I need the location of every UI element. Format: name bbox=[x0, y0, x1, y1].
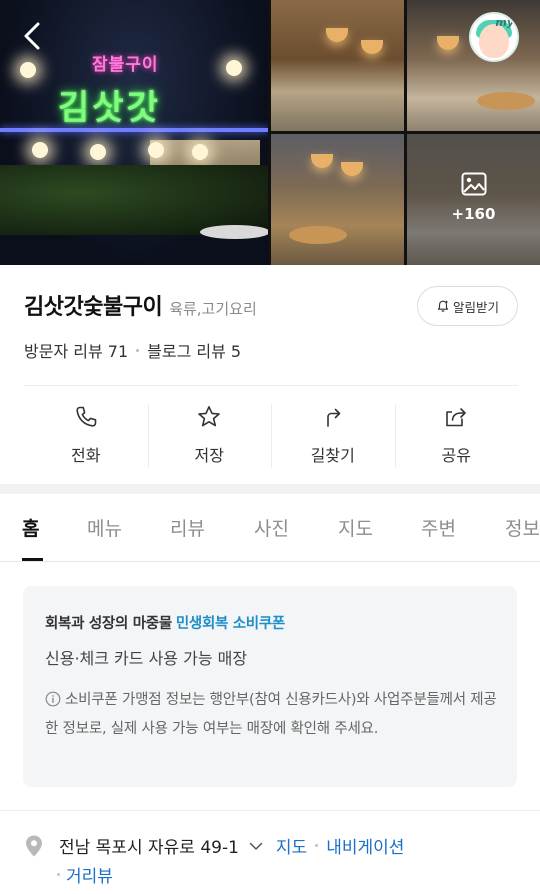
lamp bbox=[361, 40, 383, 54]
share-icon bbox=[446, 408, 467, 427]
light-bulb bbox=[192, 144, 208, 160]
active-tab-indicator bbox=[22, 558, 43, 561]
tab-nearby[interactable]: 주변 bbox=[421, 514, 456, 541]
coupon-notice-text: 소비쿠폰 가맹점 정보는 행안부(참여 신용카드사)와 사업주분들께서 제공한 … bbox=[45, 692, 497, 737]
back-button[interactable] bbox=[14, 16, 54, 56]
lamp bbox=[437, 36, 459, 50]
location-pin-icon bbox=[26, 835, 42, 856]
visitor-review-link[interactable]: 방문자 리뷰 71 bbox=[24, 338, 128, 362]
street-view-link[interactable]: 거리뷰 bbox=[66, 862, 113, 887]
place-category: 육류,고기요리 bbox=[169, 300, 257, 318]
image-icon bbox=[461, 172, 487, 196]
lamp bbox=[311, 154, 333, 168]
light-bulb bbox=[20, 62, 36, 78]
light-bulb bbox=[90, 144, 106, 160]
avatar-face bbox=[479, 24, 509, 58]
save-button[interactable]: 저장 bbox=[147, 400, 272, 470]
tab-photo[interactable]: 사진 bbox=[254, 514, 289, 541]
neon-strip bbox=[0, 128, 268, 132]
tab-home[interactable]: 홈 bbox=[22, 514, 39, 541]
tab-menu[interactable]: 메뉴 bbox=[87, 514, 122, 541]
chevron-down-icon[interactable] bbox=[248, 838, 264, 854]
share-label: 공유 bbox=[441, 446, 471, 465]
divider bbox=[24, 385, 518, 386]
phone-icon bbox=[76, 406, 97, 427]
more-photos-button[interactable]: +160 bbox=[407, 134, 540, 265]
directions-button[interactable]: 길찾기 bbox=[271, 400, 395, 470]
star-icon bbox=[198, 406, 221, 427]
tab-bar: 홈 메뉴 리뷰 사진 지도 주변 정보 bbox=[0, 494, 540, 562]
title-row: 김삿갓숯불구이 육류,고기요리 bbox=[24, 289, 257, 321]
coupon-headline-prefix: 회복과 성장의 마중물 bbox=[45, 616, 172, 632]
save-label: 저장 bbox=[194, 446, 224, 465]
coupon-card: 회복과 성장의 마중물 민생회복 소비쿠폰 신용·체크 카드 사용 가능 매장 소… bbox=[23, 586, 517, 787]
blog-review-link[interactable]: 블로그 리뷰 5 bbox=[147, 338, 241, 362]
lamp bbox=[341, 162, 363, 176]
interior-photo[interactable] bbox=[407, 0, 540, 131]
navigation-link[interactable]: 내비게이션 bbox=[326, 833, 404, 858]
photo-count: +160 bbox=[451, 205, 496, 223]
separator-dot bbox=[136, 348, 140, 352]
review-summary: 방문자 리뷰 71 블로그 리뷰 5 bbox=[24, 338, 241, 362]
place-name: 김삿갓숯불구이 bbox=[24, 295, 163, 320]
light-bulb bbox=[148, 142, 164, 158]
separator-dot bbox=[57, 873, 60, 876]
round-table bbox=[477, 92, 535, 110]
outdoor-table bbox=[200, 225, 268, 239]
directions-label: 길찾기 bbox=[310, 446, 355, 465]
map-link[interactable]: 지도 bbox=[276, 833, 307, 858]
light-bulb bbox=[32, 142, 48, 158]
directions-icon bbox=[326, 408, 341, 427]
alarm-button[interactable]: 알림받기 bbox=[417, 286, 518, 326]
coupon-headline-highlight: 민생회복 소비쿠폰 bbox=[175, 616, 285, 632]
sign-small-text: 잠불구이 bbox=[92, 55, 159, 75]
coupon-notice: 소비쿠폰 가맹점 정보는 행안부(참여 신용카드사)와 사업주분들께서 제공한 … bbox=[45, 686, 505, 744]
address-text: 전남 목포시 자유로 49-1 bbox=[59, 838, 239, 858]
interior-photo[interactable] bbox=[271, 134, 404, 265]
address-row-2: 거리뷰 bbox=[57, 862, 113, 887]
section-separator bbox=[0, 484, 540, 494]
my-badge-text: my bbox=[495, 16, 514, 29]
chevron-left-icon bbox=[24, 22, 40, 50]
interior-photo[interactable] bbox=[271, 0, 404, 131]
coupon-subtitle: 신용·체크 카드 사용 가능 매장 bbox=[45, 649, 248, 668]
tab-map[interactable]: 지도 bbox=[338, 514, 373, 541]
address-row: 전남 목포시 자유로 49-1 지도 내비게이션 bbox=[24, 833, 404, 858]
lamp bbox=[326, 28, 348, 42]
alarm-label: 알림받기 bbox=[452, 299, 499, 315]
tab-info[interactable]: 정보 bbox=[505, 514, 540, 541]
tab-review[interactable]: 리뷰 bbox=[170, 514, 205, 541]
sign-big-text: 김삿갓 bbox=[58, 88, 161, 128]
separator-dot bbox=[315, 844, 319, 847]
coupon-headline: 회복과 성장의 마중물 민생회복 소비쿠폰 bbox=[45, 612, 285, 633]
light-bulb bbox=[226, 60, 242, 76]
info-icon bbox=[45, 691, 61, 707]
my-profile-button[interactable]: my bbox=[469, 12, 519, 62]
call-button[interactable]: 전화 bbox=[24, 400, 148, 470]
round-table bbox=[289, 226, 347, 244]
divider bbox=[0, 810, 540, 811]
share-button[interactable]: 공유 bbox=[394, 400, 519, 470]
action-bar: 전화 저장 길찾기 공유 bbox=[24, 400, 518, 470]
call-label: 전화 bbox=[71, 446, 101, 465]
bell-plus-icon bbox=[437, 300, 449, 312]
photo-gallery[interactable]: 잠불구이 김삿갓 +160 my bbox=[0, 0, 540, 265]
